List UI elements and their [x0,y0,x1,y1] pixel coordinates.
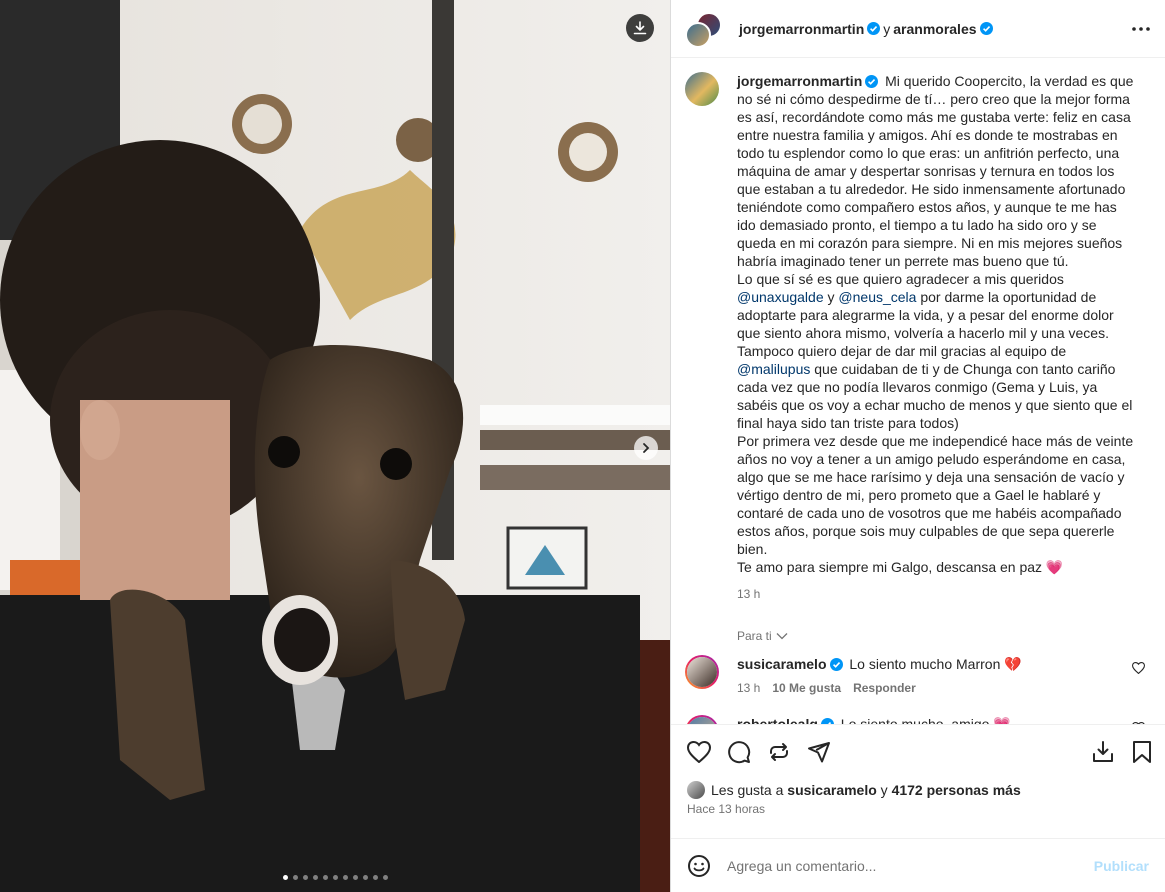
comment-like-button[interactable] [1131,661,1146,679]
verified-icon [865,75,879,88]
reply-button[interactable]: Responder [853,681,916,695]
author-username[interactable]: jorgemarronmartin [739,21,864,37]
comment-like-button[interactable] [1132,721,1145,724]
carousel-dot [352,875,358,880]
avatar[interactable] [685,715,719,724]
comment-bubble-icon [728,740,751,763]
comments-scroll[interactable]: jorgemarronmartin Mi querido Coopercito,… [671,58,1165,724]
carousel-dot [292,875,298,880]
caption-paragraph: Mi querido Coopercito, la verdad es que … [737,73,1134,269]
comment-item: susicaramelo Lo siento mucho Marron 💔 13… [685,655,1149,695]
share-button[interactable] [807,740,831,764]
carousel-dot [282,875,288,880]
caption-paragraph: Por primera vez desde que me independicé… [737,433,1134,557]
more-dots-icon [1132,26,1150,31]
comment-item: robertolealg Lo siento mucho, amigo 💗 [685,715,1149,724]
repost-icon [770,742,788,761]
comment-input[interactable] [725,856,1094,875]
add-comment-bar: Publicar [671,838,1165,892]
caption-text: y [827,289,835,305]
collab-conjunction: y [883,20,891,37]
comment-username[interactable]: robertolealg [737,716,818,724]
save-button[interactable] [1131,740,1153,764]
carousel-dot [342,875,348,880]
avatar[interactable] [685,655,719,689]
post-panel: jorgemarronmartin y aranmorales jorgemar… [670,0,1165,892]
translation-toggle[interactable]: Para ti [737,629,1149,643]
download-tray-icon [1093,740,1113,762]
paper-plane-icon [808,741,830,762]
likes-summary[interactable]: Les gusta a susicaramelo y 4172 personas… [671,778,1165,802]
post-date[interactable]: Hace 13 horas [671,802,1165,820]
chevron-right-icon [643,443,650,453]
carousel-dot [302,875,308,880]
verified-icon [820,718,834,724]
likes-prefix: Les gusta a [711,782,784,798]
caption-body: jorgemarronmartin Mi querido Coopercito,… [737,72,1135,603]
comment-text: Lo siento mucho Marron 💔 [849,656,1022,672]
likes-middle: y [880,782,888,798]
post-actions [671,724,1165,778]
verified-icon [829,658,843,671]
caption-paragraph: Te amo para siempre mi Galgo, descansa e… [737,559,1064,575]
heart-icon [687,740,711,763]
avatar [685,21,711,48]
carousel-dot [322,875,328,880]
translation-label: Para ti [737,629,772,643]
caption-timestamp[interactable]: 13 h [737,585,1135,603]
avatar [687,781,705,799]
post-header: jorgemarronmartin y aranmorales [671,0,1165,58]
comment-username[interactable]: susicaramelo [737,656,827,672]
comment-time[interactable]: 13 h [737,681,760,695]
likes-user[interactable]: susicaramelo [787,782,877,798]
emoji-button[interactable] [687,854,711,878]
carousel-dot [332,875,338,880]
mention-link[interactable]: @neus_cela [838,289,916,305]
heart-icon [1131,662,1146,675]
carousel-dot [382,875,388,880]
collab-username[interactable]: aranmorales [893,21,976,37]
avatar[interactable] [685,72,719,106]
repost-button[interactable] [767,740,791,764]
mention-link[interactable]: @malilupus [737,361,810,377]
bookmark-icon [1133,740,1151,763]
collab-avatars[interactable] [685,11,722,48]
carousel-indicators [0,875,670,880]
likes-others[interactable]: 4172 personas más [892,782,1021,798]
carousel-dot [362,875,368,880]
emoji-icon [688,854,710,877]
carousel-dot [312,875,318,880]
caption: jorgemarronmartin Mi querido Coopercito,… [685,72,1149,603]
mention-link[interactable]: @unaxugalde [737,289,824,305]
verified-icon [979,22,993,35]
download-post-button[interactable] [1091,740,1115,764]
carousel-dot [372,875,378,880]
chevron-down-icon [776,633,788,640]
download-button[interactable] [626,14,654,42]
like-button[interactable] [687,740,711,763]
heart-icon [1132,722,1145,724]
next-image-button[interactable] [634,436,658,460]
caption-author[interactable]: jorgemarronmartin [737,73,862,89]
comment-text: Lo siento mucho, amigo 💗 [840,716,1011,724]
comment-likes[interactable]: 10 Me gusta [772,681,841,695]
post-media[interactable] [0,0,670,892]
comment-button[interactable] [727,740,751,764]
more-options-button[interactable] [1131,26,1151,32]
post-photo [0,0,670,892]
caption-text: Lo que sí sé es que quiero agradecer a m… [737,271,1064,287]
publish-button[interactable]: Publicar [1094,858,1149,874]
download-icon [633,21,647,35]
verified-icon [867,22,881,35]
